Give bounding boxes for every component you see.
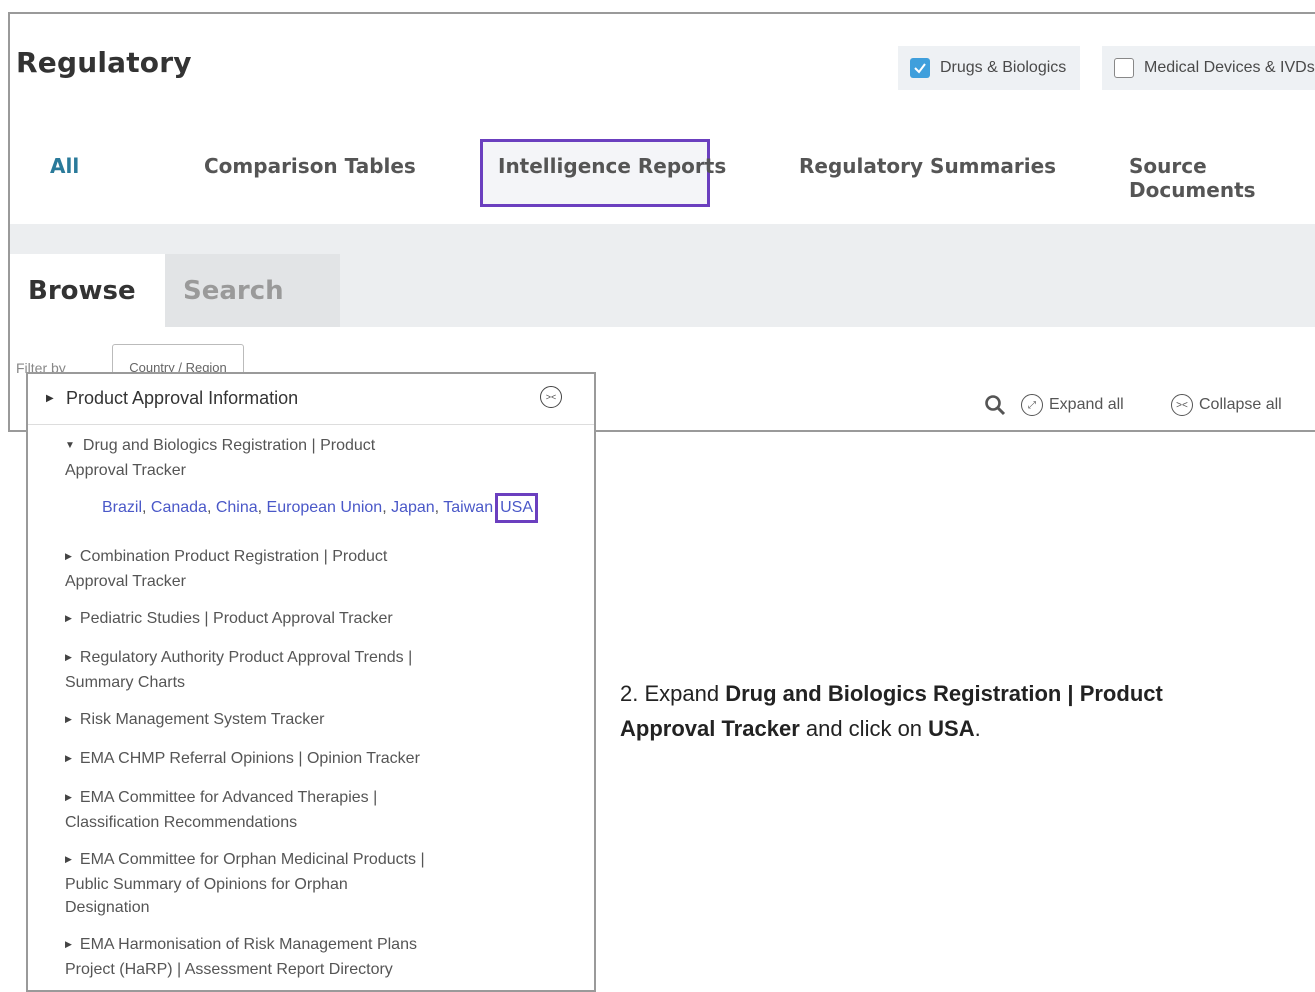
item-line: EMA Harmonisation of Risk Management Pla… bbox=[79, 936, 417, 953]
collapsed-triangle-icon: ▶ bbox=[65, 854, 72, 864]
collapsed-triangle-icon: ▶ bbox=[65, 792, 72, 802]
item-line: Summary Charts bbox=[65, 674, 186, 691]
collapse-triangle-icon: ▶ bbox=[46, 393, 54, 404]
link-china[interactable]: China bbox=[216, 499, 258, 516]
country-links: Brazil, Canada, China, European Union, J… bbox=[102, 493, 538, 523]
item-line: Project (HaRP) | Assessment Report Direc… bbox=[65, 961, 393, 978]
item-line: EMA Committee for Advanced Therapies | bbox=[79, 789, 378, 806]
item-combination-product[interactable]: ▶ Combination Product Registration | Prod… bbox=[65, 545, 445, 593]
collapsed-triangle-icon: ▶ bbox=[65, 939, 72, 949]
nav-comparison-tables[interactable]: Comparison Tables bbox=[204, 154, 416, 178]
collapse-all-button[interactable]: >< Collapse all bbox=[1171, 394, 1282, 416]
item-risk-management[interactable]: ▶ Risk Management System Tracker bbox=[65, 708, 445, 733]
link-taiwan[interactable]: Taiwan bbox=[443, 499, 493, 516]
panel-title: Product Approval Information bbox=[66, 388, 299, 408]
product-approval-panel: ▶ Product Approval Information >< ▼ Drug … bbox=[26, 372, 596, 992]
note-text: . bbox=[974, 716, 981, 741]
item-ema-orphan[interactable]: ▶ EMA Committee for Orphan Medicinal Prod… bbox=[65, 848, 445, 919]
checkbox-unchecked-icon bbox=[1114, 58, 1134, 78]
expanded-triangle-icon: ▼ bbox=[65, 440, 75, 451]
note-bold: USA bbox=[928, 716, 975, 741]
item-ema-advanced-therapies[interactable]: ▶ EMA Committee for Advanced Therapies | … bbox=[65, 786, 445, 834]
collapse-all-label: Collapse all bbox=[1199, 396, 1282, 413]
collapse-icon: >< bbox=[1171, 394, 1193, 416]
item-ema-chmp[interactable]: ▶ EMA CHMP Referral Opinions | Opinion Tr… bbox=[65, 747, 445, 772]
item-line: Drug and Biologics Registration | Produc… bbox=[82, 437, 376, 454]
item-line: Public Summary of Opinions for Orphan bbox=[65, 876, 348, 893]
item-approval-trends[interactable]: ▶ Regulatory Authority Product Approval T… bbox=[65, 646, 445, 694]
panel-header[interactable]: ▶ Product Approval Information >< bbox=[28, 374, 594, 425]
expand-all-button[interactable]: ⤢ Expand all bbox=[1021, 394, 1124, 416]
drugs-biologics-toggle[interactable]: Drugs & Biologics bbox=[898, 46, 1080, 90]
checkbox-checked-icon bbox=[910, 58, 930, 78]
item-line: Designation bbox=[65, 899, 150, 916]
usa-highlight: USA bbox=[495, 493, 538, 523]
item-line: Approval Tracker bbox=[65, 462, 186, 479]
link-usa[interactable]: USA bbox=[500, 499, 533, 516]
expand-all-label: Expand all bbox=[1049, 396, 1124, 413]
link-european-union[interactable]: European Union bbox=[267, 499, 383, 516]
item-pediatric-studies[interactable]: ▶ Pediatric Studies | Product Approval Tr… bbox=[65, 607, 445, 632]
collapsed-triangle-icon: ▶ bbox=[65, 753, 72, 763]
nav-intelligence-reports[interactable]: Intelligence Reports bbox=[498, 154, 726, 178]
search-icon bbox=[984, 394, 1006, 421]
medical-devices-toggle[interactable]: Medical Devices & IVDs bbox=[1102, 46, 1315, 90]
nav-all[interactable]: All bbox=[50, 154, 79, 178]
tab-search[interactable]: Search bbox=[165, 254, 340, 327]
regulatory-frame: Regulatory Drugs & Biologics Medical Dev… bbox=[8, 12, 1315, 432]
drugs-biologics-label: Drugs & Biologics bbox=[940, 59, 1067, 76]
note-text: and click on bbox=[799, 716, 929, 741]
collapsed-triangle-icon: ▶ bbox=[65, 613, 72, 623]
item-line: Pediatric Studies | Product Approval Tra… bbox=[79, 610, 393, 627]
link-canada[interactable]: Canada bbox=[151, 499, 207, 516]
medical-devices-label: Medical Devices & IVDs bbox=[1144, 59, 1315, 76]
collapsed-triangle-icon: ▶ bbox=[65, 551, 72, 561]
note-text: 2. Expand bbox=[620, 681, 726, 706]
nav-regulatory-summaries[interactable]: Regulatory Summaries bbox=[799, 154, 1056, 178]
item-line: EMA Committee for Orphan Medicinal Produ… bbox=[79, 851, 425, 868]
item-line: EMA CHMP Referral Opinions | Opinion Tra… bbox=[79, 750, 420, 767]
item-line: Classification Recommendations bbox=[65, 814, 298, 831]
item-line: Combination Product Registration | Produ… bbox=[79, 548, 388, 565]
item-line: Approval Tracker bbox=[65, 573, 186, 590]
item-drug-biologics-registration[interactable]: ▼ Drug and Biologics Registration | Produ… bbox=[65, 434, 445, 482]
collapsed-triangle-icon: ▶ bbox=[65, 714, 72, 724]
collapsed-triangle-icon: ▶ bbox=[65, 652, 72, 662]
link-brazil[interactable]: Brazil bbox=[102, 499, 142, 516]
instruction-note: 2. Expand Drug and Biologics Registratio… bbox=[620, 676, 1163, 746]
nav-source-documents[interactable]: Source Documents bbox=[1129, 154, 1315, 202]
item-line: Regulatory Authority Product Approval Tr… bbox=[79, 649, 413, 666]
collapse-panel-icon[interactable]: >< bbox=[540, 386, 562, 408]
search-tool[interactable] bbox=[984, 394, 1006, 421]
note-bold: Drug and Biologics Registration | Produc… bbox=[725, 681, 1163, 706]
link-japan[interactable]: Japan bbox=[391, 499, 435, 516]
note-bold: Approval Tracker bbox=[620, 716, 800, 741]
app-title: Regulatory bbox=[16, 46, 192, 79]
tab-browse[interactable]: Browse bbox=[10, 254, 165, 327]
item-line: Risk Management System Tracker bbox=[79, 711, 325, 728]
expand-icon: ⤢ bbox=[1021, 394, 1043, 416]
